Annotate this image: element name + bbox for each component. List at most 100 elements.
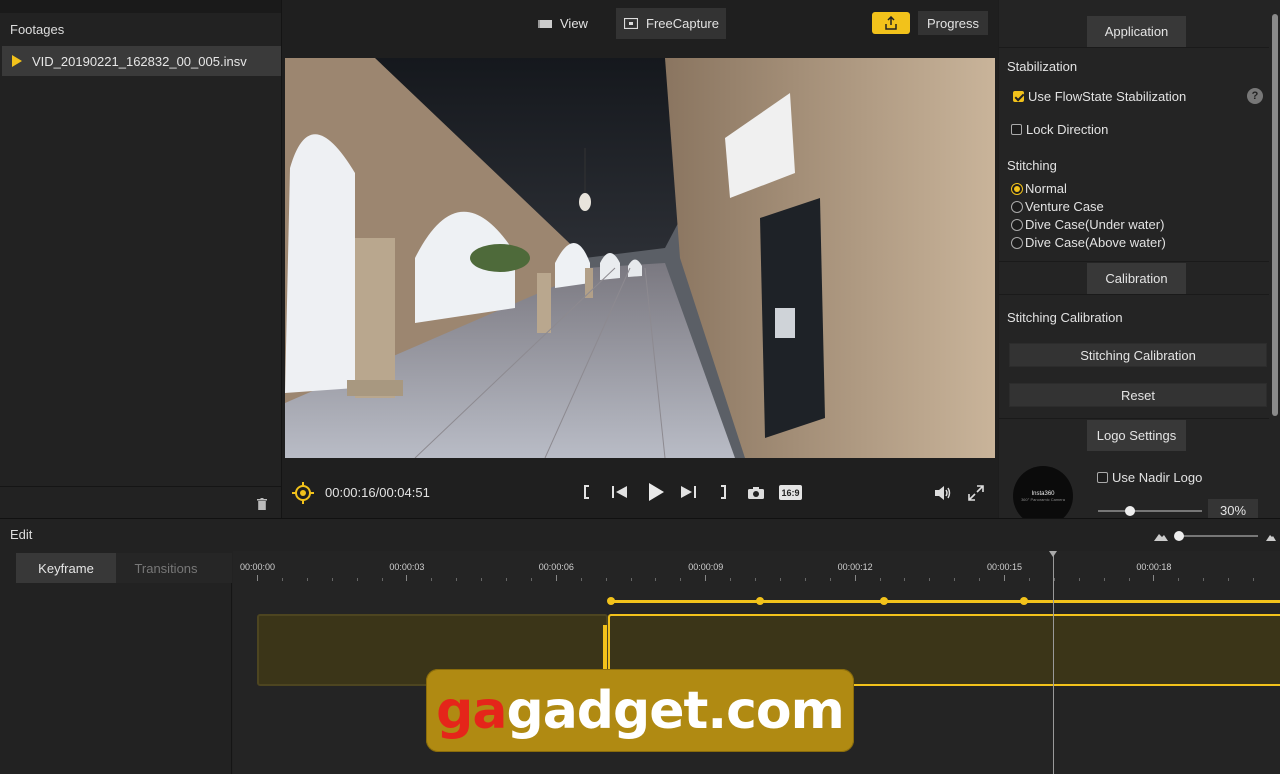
zoom-track[interactable] (1178, 535, 1258, 537)
stitching-calibration-button[interactable]: Stitching Calibration (1009, 343, 1267, 367)
logo-sub-text: 360° Panoramic Camera (1021, 496, 1065, 502)
timeline-tick-label: 00:00:09 (688, 562, 724, 572)
lock-direction-checkbox-box[interactable] (1011, 124, 1022, 135)
stitching-option-dive-above[interactable]: Dive Case(Above water) (1011, 235, 1166, 250)
timeline-tick-label: 00:00:06 (538, 562, 574, 572)
timeline-zoom-slider[interactable] (1154, 529, 1276, 543)
logo-size-slider[interactable] (1098, 506, 1202, 516)
stitching-option-label: Dive Case(Under water) (1025, 217, 1165, 232)
timeline-tick (530, 578, 532, 581)
keyframe-dot[interactable] (755, 597, 764, 605)
logo-size-slider-knob[interactable] (1125, 506, 1135, 516)
timeline-tick (630, 578, 632, 581)
keyframe-dot[interactable] (1019, 597, 1028, 605)
radio-icon[interactable] (1011, 218, 1023, 231)
timeline-tick (580, 578, 582, 581)
timeline-tick (281, 578, 283, 581)
nadir-logo-checkbox-box[interactable] (1097, 472, 1108, 483)
timeline-tick (1004, 575, 1005, 581)
lock-direction-label: Lock Direction (1026, 122, 1109, 137)
edit-tabs: Keyframe Transitions (16, 553, 232, 583)
timeline-tick (1203, 578, 1205, 581)
edit-header: Edit (10, 527, 33, 542)
trash-icon[interactable] (257, 498, 267, 510)
zoom-out-mountain-icon[interactable] (1154, 531, 1168, 541)
timeline-tick (1028, 578, 1030, 581)
timeline-tick (730, 578, 732, 581)
zoom-knob[interactable] (1174, 531, 1184, 541)
volume-icon[interactable] (934, 486, 952, 500)
timeline-tick-label: 00:00:03 (389, 562, 425, 572)
timeline-tick (381, 578, 383, 581)
stitching-option-label: Dive Case(Above water) (1025, 235, 1166, 250)
application-tab[interactable]: Application (1087, 16, 1186, 47)
reset-button[interactable]: Reset (1009, 383, 1267, 407)
timeline-tick (954, 578, 956, 581)
settings-scrollbar[interactable] (1272, 14, 1278, 416)
nadir-logo-preview: Insta360 360° Panoramic Camera (1013, 466, 1073, 526)
flowstate-checkbox[interactable]: Use FlowState Stabilization (1013, 89, 1186, 104)
timeline-tick-label: 00:00:12 (837, 562, 873, 572)
nadir-logo-checkbox[interactable]: Use Nadir Logo (1097, 470, 1202, 485)
timeline-tick (481, 578, 483, 581)
stitching-option-label: Venture Case (1025, 199, 1104, 214)
calibration-tab[interactable]: Calibration (1087, 263, 1186, 294)
timeline-tick (879, 578, 881, 581)
mark-out-icon[interactable] (718, 484, 728, 500)
keyframe-dot[interactable] (606, 597, 615, 605)
timeline-tick (1128, 578, 1130, 581)
timeline-tick (854, 575, 856, 581)
aspect-ratio-button[interactable]: 16:9 (779, 485, 802, 500)
help-icon[interactable]: ? (1247, 88, 1263, 104)
skip-back-icon[interactable] (611, 484, 629, 500)
timeline-tick (680, 578, 682, 581)
timeline-tick (306, 578, 308, 581)
export-button[interactable] (872, 12, 910, 34)
playhead[interactable] (1049, 551, 1057, 774)
footages-panel: Footages VID_20190221_162832_00_005.insv (0, 0, 282, 518)
tab-keyframe[interactable]: Keyframe (16, 553, 116, 583)
lock-direction-checkbox[interactable]: Lock Direction (1011, 122, 1108, 137)
stitching-option-dive-under[interactable]: Dive Case(Under water) (1011, 217, 1164, 232)
video-preview[interactable] (285, 58, 995, 458)
fullscreen-icon[interactable] (968, 485, 984, 501)
radio-selected-icon[interactable] (1011, 182, 1023, 195)
keyframe-track[interactable] (610, 600, 1280, 603)
target-icon[interactable] (292, 482, 314, 504)
timeline-tick-label: 00:00:15 (987, 562, 1023, 572)
footage-item-name: VID_20190221_162832_00_005.insv (32, 53, 247, 69)
mark-in-icon[interactable] (582, 484, 592, 500)
zoom-in-mountain-icon[interactable] (1266, 533, 1276, 541)
playhead-handle[interactable] (1049, 551, 1057, 557)
preview-area: View FreeCapture Progress 00:00:16/00:04… (282, 0, 998, 518)
video-frame-image (285, 58, 995, 458)
watermark-text-red: ga (436, 680, 507, 741)
timeline-tick (456, 578, 458, 581)
snapshot-camera-icon[interactable] (748, 487, 764, 499)
keyframe-dot[interactable] (880, 597, 889, 605)
progress-button[interactable]: Progress (918, 11, 988, 35)
settings-panel: Application Stabilization Use FlowState … (999, 0, 1280, 526)
stitching-option-normal[interactable]: Normal (1011, 181, 1067, 196)
radio-icon[interactable] (1011, 200, 1023, 213)
freecapture-label: FreeCapture (646, 16, 719, 31)
radio-icon[interactable] (1011, 236, 1023, 249)
preview-toolbar: View FreeCapture Progress (282, 0, 998, 48)
timeline-tick (904, 578, 906, 581)
logo-settings-tab[interactable]: Logo Settings (1087, 420, 1186, 451)
tab-transitions[interactable]: Transitions (116, 553, 216, 583)
timeline-tick (779, 578, 781, 581)
timeline-tick (1228, 578, 1230, 581)
play-icon[interactable] (646, 482, 666, 502)
flowstate-checkbox-box[interactable] (1013, 91, 1024, 102)
skip-forward-icon[interactable] (679, 484, 697, 500)
timeline-tick (804, 578, 806, 581)
freecapture-button[interactable]: FreeCapture (616, 8, 726, 39)
timeline-tick (655, 578, 657, 581)
timeline-tick-label: 00:00:00 (240, 562, 276, 572)
stitching-option-venture-case[interactable]: Venture Case (1011, 199, 1104, 214)
timeline-tick (829, 578, 831, 581)
flowstate-label: Use FlowState Stabilization (1028, 89, 1187, 104)
view-button[interactable]: View (536, 8, 614, 39)
footage-item[interactable]: VID_20190221_162832_00_005.insv (2, 46, 281, 76)
